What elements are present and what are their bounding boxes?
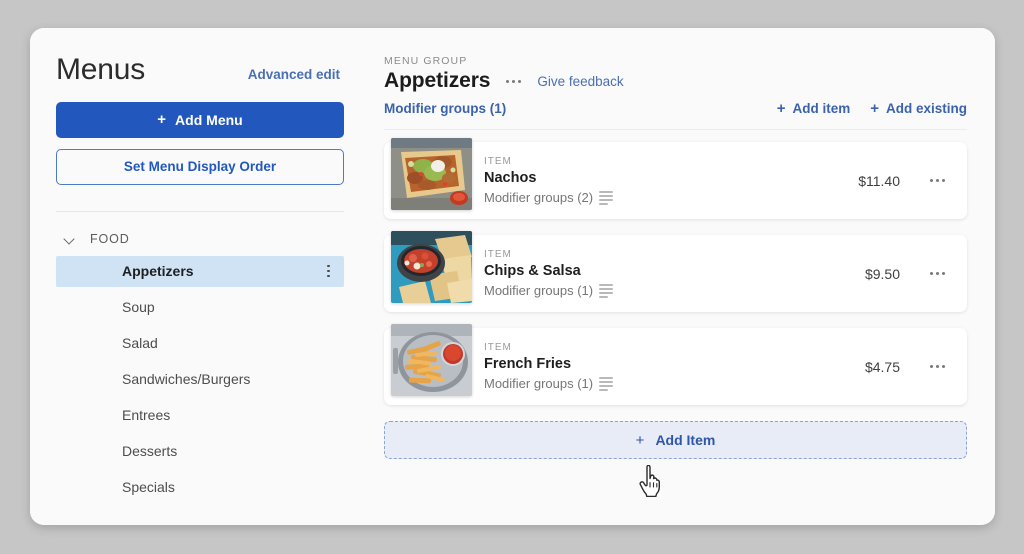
- add-item-link[interactable]: + Add item: [777, 101, 851, 116]
- sidebar-item-label: Specials: [122, 479, 175, 495]
- table-row[interactable]: ITEM Nachos Modifier groups (2) $11.40: [384, 138, 967, 219]
- sidebar-item-label: Appetizers: [122, 263, 194, 279]
- sidebar-item-soup[interactable]: Soup: [56, 292, 344, 323]
- add-menu-button[interactable]: + Add Menu: [56, 101, 344, 138]
- sidebar-header: Menus Advanced edit: [56, 54, 344, 86]
- sidebar-item-entrees[interactable]: Entrees: [56, 400, 344, 431]
- set-menu-display-order-label: Set Menu Display Order: [123, 159, 277, 174]
- add-item-link-label: Add item: [792, 101, 851, 116]
- sidebar-group-label: FOOD: [90, 231, 130, 246]
- plus-icon: +: [157, 111, 167, 128]
- sidebar-item-salad[interactable]: Salad: [56, 328, 344, 359]
- kebab-horizontal-icon[interactable]: [928, 359, 947, 374]
- kebab-vertical-icon[interactable]: [325, 261, 332, 282]
- kebab-horizontal-icon[interactable]: [928, 173, 947, 188]
- item-modifiers-label: Modifier groups (1): [484, 376, 594, 391]
- add-existing-link[interactable]: + Add existing: [870, 101, 967, 116]
- plus-icon: +: [776, 100, 786, 117]
- list-lines-icon[interactable]: [599, 376, 614, 391]
- sidebar-item-label: Sandwiches/Burgers: [122, 371, 251, 387]
- sidebar-group-food[interactable]: FOOD: [56, 212, 344, 254]
- plus-icon: +: [870, 100, 879, 117]
- sidebar-item-label: Soup: [122, 299, 155, 315]
- kebab-horizontal-icon[interactable]: [928, 266, 947, 281]
- item-modifiers: Modifier groups (1): [484, 283, 865, 298]
- item-thumbnail-french-fries: [391, 324, 472, 396]
- item-eyebrow: ITEM: [484, 249, 512, 260]
- item-price: $4.75: [864, 358, 900, 375]
- menu-group-title-row: Appetizers Give feedback: [384, 69, 967, 93]
- add-menu-label: Add Menu: [175, 111, 243, 128]
- item-eyebrow: ITEM: [484, 342, 512, 353]
- menu-group-title: Appetizers: [384, 69, 491, 92]
- sidebar-nav-list: Appetizers Soup Salad Sandwiches/Burgers…: [56, 255, 344, 503]
- item-price: $11.40: [858, 172, 900, 189]
- item-name: Nachos: [484, 170, 537, 186]
- item-modifiers-label: Modifier groups (2): [484, 190, 594, 205]
- list-lines-icon[interactable]: [599, 283, 614, 298]
- set-menu-display-order-button[interactable]: Set Menu Display Order: [56, 148, 344, 185]
- item-price: $9.50: [864, 265, 900, 282]
- item-thumbnail-nachos: [391, 138, 472, 210]
- item-modifiers-label: Modifier groups (1): [484, 283, 594, 298]
- sidebar-item-appetizers[interactable]: Appetizers: [56, 255, 344, 287]
- menu-group-actions: + Add item + Add existing: [777, 101, 967, 116]
- add-existing-link-label: Add existing: [885, 101, 967, 116]
- sidebar-item-label: Desserts: [122, 443, 178, 459]
- plus-icon: +: [635, 431, 645, 449]
- item-modifiers: Modifier groups (1): [484, 376, 865, 391]
- sidebar-item-sandwiches-burgers[interactable]: Sandwiches/Burgers: [56, 364, 344, 395]
- sidebar-item-label: Entrees: [122, 407, 171, 423]
- menu-group-eyebrow: MENU GROUP: [384, 55, 468, 67]
- item-name: French Fries: [484, 356, 572, 372]
- page-title: Menus: [56, 53, 146, 86]
- add-item-button[interactable]: + Add Item: [384, 421, 967, 459]
- kebab-horizontal-icon[interactable]: [504, 74, 523, 89]
- advanced-edit-link[interactable]: Advanced edit: [248, 67, 340, 82]
- menu-group-subbar: Modifier groups (1) + Add item + Add exi…: [384, 101, 967, 130]
- table-row[interactable]: ITEM French Fries Modifier groups (1) $4…: [384, 324, 967, 405]
- item-details: ITEM Nachos Modifier groups (2): [484, 142, 858, 219]
- item-modifiers: Modifier groups (2): [484, 190, 858, 205]
- table-row[interactable]: ITEM Chips & Salsa Modifier groups (1) $…: [384, 231, 967, 312]
- item-name: Chips & Salsa: [484, 263, 581, 279]
- sidebar-item-label: Salad: [122, 335, 158, 351]
- item-eyebrow: ITEM: [484, 156, 512, 167]
- sidebar-item-specials[interactable]: Specials: [56, 472, 344, 503]
- modifier-groups-link[interactable]: Modifier groups (1): [384, 101, 506, 116]
- item-thumbnail-chips-salsa: [391, 231, 472, 303]
- sidebar: Menus Advanced edit + Add Menu Set Menu …: [30, 28, 370, 525]
- sidebar-item-desserts[interactable]: Desserts: [56, 436, 344, 467]
- give-feedback-link[interactable]: Give feedback: [537, 74, 623, 89]
- item-details: ITEM French Fries Modifier groups (1): [484, 328, 865, 405]
- main-content: MENU GROUP Appetizers Give feedback Modi…: [370, 28, 995, 525]
- add-item-button-label: Add Item: [655, 432, 716, 448]
- chevron-down-icon: [64, 233, 76, 245]
- app-card: Menus Advanced edit + Add Menu Set Menu …: [30, 28, 995, 525]
- item-list: ITEM Nachos Modifier groups (2) $11.40 I…: [384, 130, 967, 459]
- item-details: ITEM Chips & Salsa Modifier groups (1): [484, 235, 865, 312]
- list-lines-icon[interactable]: [599, 190, 614, 205]
